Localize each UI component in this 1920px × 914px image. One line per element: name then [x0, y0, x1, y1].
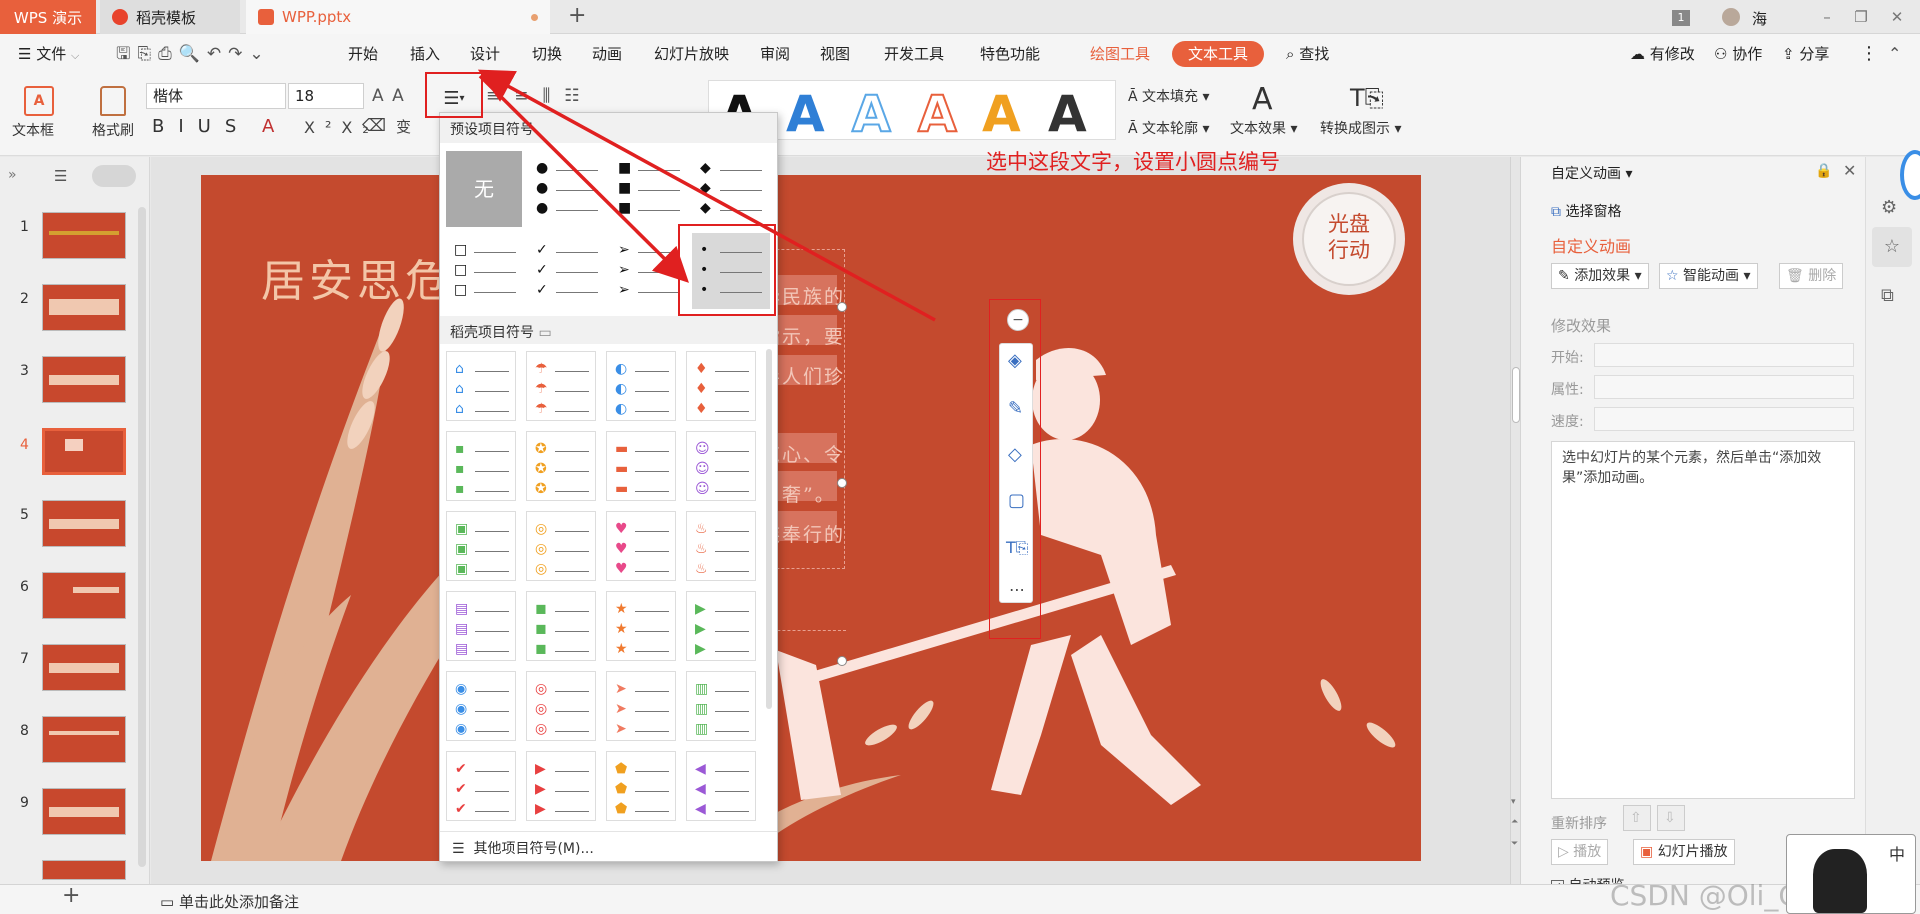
speed-select[interactable]: [1594, 407, 1854, 431]
add-effect-button[interactable]: ✎ 添加效果 ▾: [1551, 263, 1649, 289]
copy-icon[interactable]: ⧉: [1881, 285, 1894, 306]
close-panel-icon[interactable]: ✕: [1843, 161, 1856, 180]
pin-icon[interactable]: 🔒: [1815, 163, 1832, 179]
star-icon: ☆: [1666, 268, 1679, 284]
start-select[interactable]: [1594, 343, 1854, 367]
right-icon-sidebar: ⚙ ☆ ⧉: [1865, 157, 1920, 914]
select-pane-icon: ⧉: [1551, 204, 1561, 220]
animation-hint: 选中幻灯片的某个元素，然后单击“添加效果”添加动画。: [1562, 450, 1822, 486]
animation-star-icon[interactable]: ☆: [1872, 227, 1912, 267]
smart-animation-label: 智能动画: [1683, 268, 1740, 284]
add-effect-label: 添加效果: [1574, 268, 1631, 284]
ime-mode: 中: [1889, 845, 1906, 864]
play-label: 播放: [1573, 844, 1602, 860]
slideshow-play-button[interactable]: ▣ 幻灯片播放: [1633, 839, 1735, 865]
status-bar: + ▭ 单击此处添加备注 CSDN @Oli_Correct: [0, 879, 1920, 914]
reorder-label: 重新排序: [1551, 816, 1607, 832]
section-title: 自定义动画: [1551, 237, 1632, 256]
notes-label: 单击此处添加备注: [178, 893, 299, 911]
speed-label: 速度:: [1551, 414, 1584, 430]
property-select[interactable]: [1594, 375, 1854, 399]
delete-label: 删除: [1808, 268, 1837, 284]
play-icon: ▷: [1558, 844, 1569, 860]
notes-icon: ▭: [160, 893, 175, 911]
panel-header-label: 自定义动画: [1551, 166, 1621, 182]
cat-mascot-icon: [1813, 849, 1867, 913]
animation-list[interactable]: 选中幻灯片的某个元素，然后单击“添加效果”添加动画。: [1551, 441, 1855, 799]
ime-widget[interactable]: 中: [1786, 834, 1916, 914]
start-label: 开始:: [1551, 350, 1584, 366]
property-label: 属性:: [1551, 382, 1584, 398]
notes-placeholder[interactable]: ▭ 单击此处添加备注: [160, 891, 299, 912]
trash-icon: 🗑: [1786, 268, 1804, 284]
select-pane-button[interactable]: ⧉ 选择窗格: [1551, 201, 1621, 221]
custom-animation-panel: 自定义动画 ▾ 🔒 ✕ ⧉ 选择窗格 自定义动画 ✎ 添加效果 ▾ ☆ 智能动画…: [1520, 157, 1865, 894]
settings-sliders-icon[interactable]: ⚙: [1881, 197, 1897, 218]
move-up-icon[interactable]: ⇧: [1623, 805, 1651, 831]
delete-button[interactable]: 🗑 删除: [1779, 263, 1844, 289]
wps-window: WPS 演示 稻壳模板 WPP.pptx + 1 海 – ❐ ✕ ☰ 文件 ⌵ …: [0, 0, 1920, 914]
move-down-icon[interactable]: ⇩: [1657, 805, 1685, 831]
slideshow-icon: ▣: [1640, 844, 1654, 860]
play-button[interactable]: ▷ 播放: [1551, 839, 1609, 865]
select-pane-label: 选择窗格: [1565, 204, 1622, 220]
smart-animation-button[interactable]: ☆ 智能动画 ▾: [1659, 263, 1758, 289]
modify-effect-title: 修改效果: [1551, 317, 1612, 335]
pen-icon: ✎: [1558, 268, 1570, 284]
add-slide-button[interactable]: +: [62, 883, 80, 908]
slideshow-label: 幻灯片播放: [1657, 844, 1728, 860]
